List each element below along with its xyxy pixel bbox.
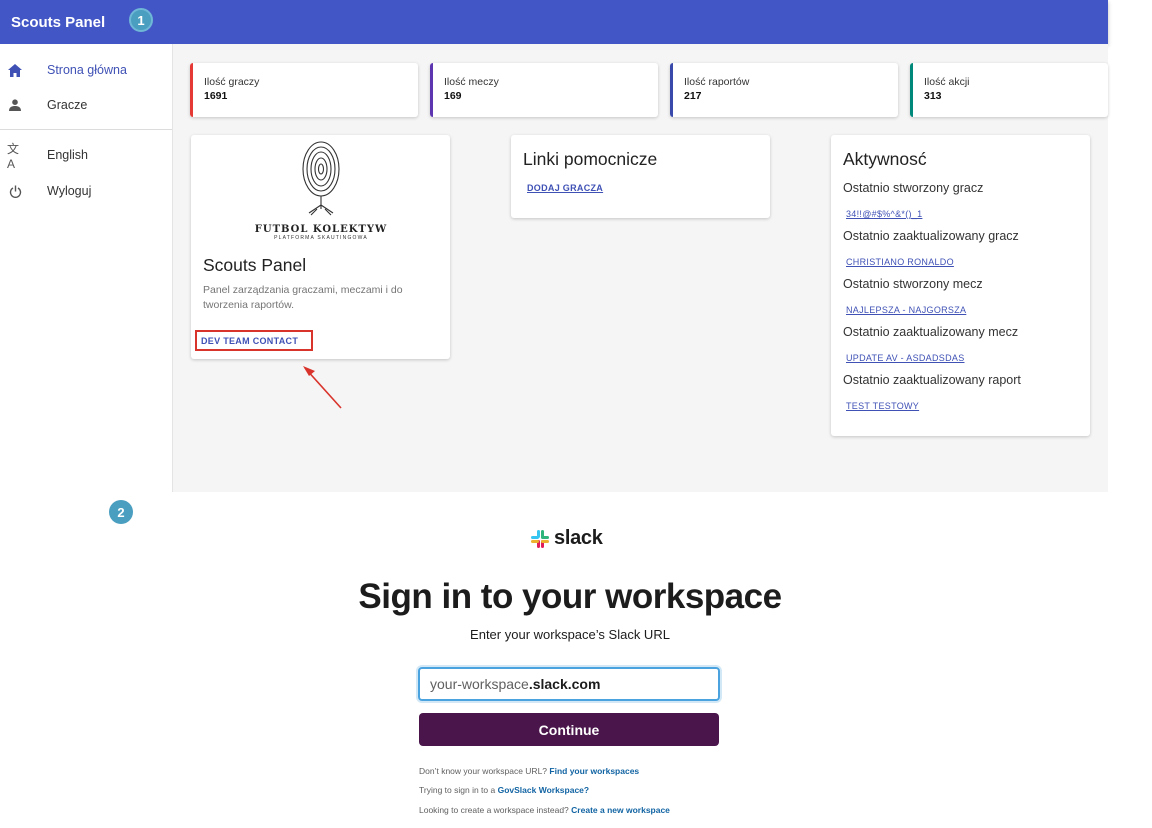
help-text: Don’t know your workspace URL? [419,766,548,776]
about-card-title: Scouts Panel [203,255,307,275]
activity-label: Ostatnio zaaktualizowany mecz [843,325,1019,339]
activity-link[interactable]: TEST TESTOWY [846,401,919,411]
home-icon [7,62,23,78]
slack-wordmark: slack [554,527,603,549]
logo-wordmark: FUTBOL KOLEKTYW [254,224,388,235]
annotation-arrow [303,366,342,409]
help-text: Trying to sign in to a [419,785,496,795]
app-title: Scouts Panel [11,13,106,31]
sidebar-divider [0,129,172,130]
stat-label: Ilość graczy [204,76,260,88]
power-icon [7,183,23,199]
fingerprint-tree-icon [302,141,340,216]
sidebar-item-logout[interactable]: Wyloguj [0,176,172,206]
helper-links-card: Linki pomocnicze DODAJ GRACZA [511,135,770,218]
workspace-url-input[interactable]: your-workspace .slack.com [418,667,720,701]
sidebar-item-home[interactable]: Strona główna [0,55,172,85]
stat-card-matches: Ilość meczy 169 [430,63,658,117]
stat-value: 169 [444,90,462,102]
activity-link[interactable]: 34!!@#$%^&*()_1 [846,209,922,219]
workspace-url-domain: .slack.com [528,676,601,692]
signin-subheading: Enter your workspace’s Slack URL [470,627,670,642]
sidebar-item-label: English [47,148,88,162]
stat-label: Ilość meczy [444,76,499,88]
slack-logo: slack [530,527,603,550]
help-line-find: Don’t know your workspace URL? Find your… [419,766,639,776]
stat-value: 313 [924,90,942,102]
sidebar-item-label: Strona główna [47,63,127,77]
about-card: FUTBOL KOLEKTYW PLATFORMA SKAUTINGOWA Sc… [191,135,450,359]
activity-title: Aktywnosć [843,149,927,169]
stat-label: Ilość raportów [684,76,750,88]
futbol-kolektyw-logo: FUTBOL KOLEKTYW PLATFORMA SKAUTINGOWA [251,139,391,241]
slack-hash-icon [531,529,549,548]
activity-link[interactable]: CHRISTIANO RONALDO [846,257,954,267]
help-line-govslack: Trying to sign in to a GovSlack Workspac… [419,785,589,795]
dashboard-content: Ilość graczy 1691 Ilość meczy 169 Ilość … [173,44,1108,492]
sidebar-item-players[interactable]: Gracze [0,90,172,120]
stat-value: 1691 [204,90,228,102]
stat-card-actions: Ilość akcji 313 [910,63,1108,117]
activity-label: Ostatnio stworzony gracz [843,181,984,195]
stat-label: Ilość akcji [924,76,970,88]
translate-icon: 文A [7,141,20,171]
sidebar-item-language[interactable]: 文A English [0,140,172,171]
sidebar-item-label: Wyloguj [47,184,92,198]
stat-card-reports: Ilość raportów 217 [670,63,898,117]
activity-label: Ostatnio stworzony mecz [843,277,983,291]
continue-button[interactable]: Continue [419,713,719,746]
workspace-url-prefix: your-workspace [430,676,529,692]
help-text: Looking to create a workspace instead? [419,805,569,815]
activity-card: Aktywnosć Ostatnio stworzony gracz 34!!@… [831,135,1090,436]
find-workspaces-link[interactable]: Find your workspaces [549,766,639,776]
annotation-highlight-box [195,330,313,351]
activity-link[interactable]: UPDATE AV - ASDADSDAS [846,353,965,363]
activity-link[interactable]: NAJLEPSZA - NAJGORSZA [846,305,966,315]
step-one-badge: 1 [129,8,153,32]
stat-value: 217 [684,90,702,102]
helper-links-title: Linki pomocnicze [523,149,658,169]
screenshot-frame: Scouts Panel 1 Strona główna Gracze 文A E… [0,0,1152,828]
person-icon [7,97,23,113]
signin-heading: Sign in to your workspace [358,577,782,616]
stat-card-players: Ilość graczy 1691 [190,63,418,117]
sidebar: Strona główna Gracze 文A English Wyloguj [0,44,173,492]
logo-tagline: PLATFORMA SKAUTINGOWA [274,235,368,241]
add-player-link[interactable]: DODAJ GRACZA [527,183,603,193]
about-card-description: Panel zarządzania graczami, meczami i do… [203,284,403,311]
govslack-link[interactable]: GovSlack Workspace? [498,785,590,795]
activity-label: Ostatnio zaaktualizowany gracz [843,229,1019,243]
help-line-create: Looking to create a workspace instead? C… [419,805,670,815]
app-bar: Scouts Panel [0,0,1108,44]
sidebar-item-label: Gracze [47,98,88,112]
create-workspace-link[interactable]: Create a new workspace [571,805,670,815]
activity-label: Ostatnio zaaktualizowany raport [843,373,1021,387]
step-two-badge: 2 [109,500,133,524]
